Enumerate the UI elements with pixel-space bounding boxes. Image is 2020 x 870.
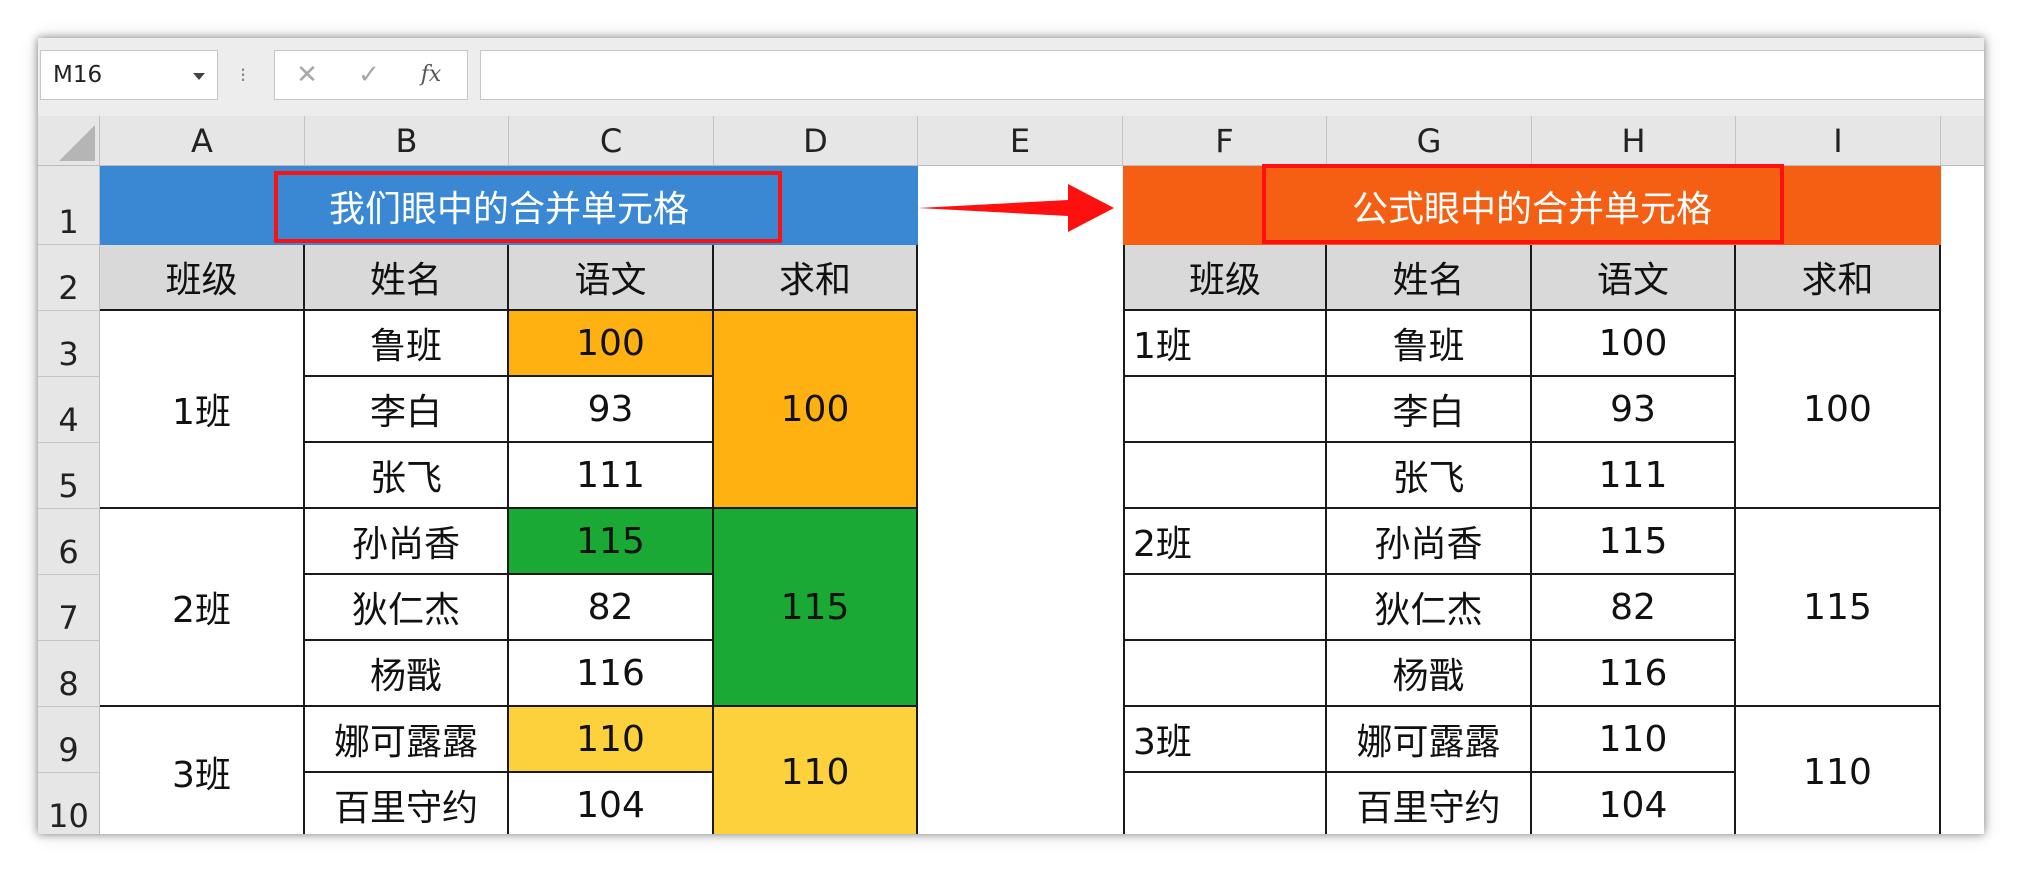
left-name-cell[interactable]: 孙尚香 (305, 509, 509, 575)
row-header-1[interactable]: 1 (38, 166, 100, 245)
select-all-button[interactable] (38, 116, 100, 166)
right-name-cell[interactable]: 百里守约 (1327, 773, 1532, 834)
row-header-4[interactable]: 4 (38, 377, 100, 443)
right-class-cell[interactable] (1123, 641, 1327, 707)
column-header-d[interactable]: D (714, 116, 918, 166)
left-name-cell[interactable]: 娜可露露 (305, 707, 509, 773)
right-score-cell[interactable]: 93 (1532, 377, 1736, 443)
column-header-a[interactable]: A (100, 116, 305, 166)
left-header-class[interactable]: 班级 (100, 245, 305, 311)
row-header-8[interactable]: 8 (38, 641, 100, 707)
right-sum-merged-3[interactable]: 110 (1736, 707, 1941, 834)
right-name-cell[interactable]: 孙尚香 (1327, 509, 1532, 575)
row-header-3[interactable]: 3 (38, 311, 100, 377)
right-score-cell[interactable]: 110 (1532, 707, 1736, 773)
right-name-cell[interactable]: 娜可露露 (1327, 707, 1532, 773)
right-score-cell[interactable]: 104 (1532, 773, 1736, 834)
right-class-cell[interactable]: 2班 (1123, 509, 1327, 575)
row-header-10[interactable]: 10 (38, 773, 100, 834)
left-score-cell[interactable]: 116 (509, 641, 714, 707)
formula-bar: M16 ⁝ ✕ ✓ fx (38, 38, 1984, 116)
left-score-cell[interactable]: 100 (509, 311, 714, 377)
right-score-cell[interactable]: 100 (1532, 311, 1736, 377)
column-header-e[interactable]: E (918, 116, 1123, 166)
row-header-9[interactable]: 9 (38, 707, 100, 773)
select-all-triangle-icon (59, 125, 95, 161)
column-header-i[interactable]: I (1736, 116, 1941, 166)
left-score-cell[interactable]: 82 (509, 575, 714, 641)
left-score-cell[interactable]: 104 (509, 773, 714, 834)
right-name-cell[interactable]: 狄仁杰 (1327, 575, 1532, 641)
left-name-cell[interactable]: 百里守约 (305, 773, 509, 834)
left-header-sum[interactable]: 求和 (714, 245, 918, 311)
left-score-cell[interactable]: 93 (509, 377, 714, 443)
left-header-name[interactable]: 姓名 (305, 245, 509, 311)
enter-icon[interactable]: ✓ (349, 51, 389, 99)
right-arrow-icon (918, 184, 1114, 232)
left-name-cell[interactable]: 鲁班 (305, 311, 509, 377)
left-sum-merged-2[interactable]: 115 (714, 509, 918, 707)
right-score-cell[interactable]: 82 (1532, 575, 1736, 641)
right-header-chinese[interactable]: 语文 (1532, 245, 1736, 311)
right-score-cell[interactable]: 111 (1532, 443, 1736, 509)
right-name-cell[interactable]: 鲁班 (1327, 311, 1532, 377)
column-header-g[interactable]: G (1327, 116, 1532, 166)
left-header-chinese[interactable]: 语文 (509, 245, 714, 311)
formula-input[interactable] (480, 50, 1984, 100)
right-name-cell[interactable]: 李白 (1327, 377, 1532, 443)
spreadsheet-window: M16 ⁝ ✕ ✓ fx A B C D E F G H I 1 2 3 4 5… (38, 38, 1984, 834)
left-title-highlight (274, 171, 782, 243)
right-sum-merged-1[interactable]: 100 (1736, 311, 1941, 509)
left-score-cell[interactable]: 111 (509, 443, 714, 509)
left-score-cell[interactable]: 110 (509, 707, 714, 773)
left-class-merged-3[interactable]: 3班 (100, 707, 305, 834)
row-header-5[interactable]: 5 (38, 443, 100, 509)
name-box-dropdown-icon[interactable] (193, 73, 205, 80)
left-name-cell[interactable]: 张飞 (305, 443, 509, 509)
right-header-name[interactable]: 姓名 (1327, 245, 1532, 311)
right-score-cell[interactable]: 115 (1532, 509, 1736, 575)
formula-buttons: ✕ ✓ fx (274, 50, 468, 100)
column-header-b[interactable]: B (305, 116, 509, 166)
row-header-6[interactable]: 6 (38, 509, 100, 575)
right-class-cell[interactable] (1123, 575, 1327, 641)
right-class-cell[interactable] (1123, 773, 1327, 834)
left-sum-merged-1[interactable]: 100 (714, 311, 918, 509)
right-class-cell[interactable] (1123, 443, 1327, 509)
formula-bar-splitter[interactable]: ⁝ (238, 52, 248, 98)
right-class-cell[interactable]: 3班 (1123, 707, 1327, 773)
column-header-c[interactable]: C (509, 116, 714, 166)
right-sum-merged-2[interactable]: 115 (1736, 509, 1941, 707)
right-title-highlight (1262, 164, 1784, 244)
column-header-h[interactable]: H (1532, 116, 1736, 166)
insert-function-icon[interactable]: fx (411, 51, 451, 99)
left-name-cell[interactable]: 杨戬 (305, 641, 509, 707)
right-class-cell[interactable] (1123, 377, 1327, 443)
right-name-cell[interactable]: 张飞 (1327, 443, 1532, 509)
right-header-class[interactable]: 班级 (1123, 245, 1327, 311)
left-class-merged-2[interactable]: 2班 (100, 509, 305, 707)
left-sum-merged-3[interactable]: 110 (714, 707, 918, 834)
row-header-2[interactable]: 2 (38, 245, 100, 311)
name-box[interactable]: M16 (40, 50, 218, 100)
cancel-icon[interactable]: ✕ (287, 51, 327, 99)
left-name-cell[interactable]: 狄仁杰 (305, 575, 509, 641)
column-header-j[interactable] (1941, 116, 1984, 166)
name-box-value: M16 (53, 62, 103, 88)
column-header-f[interactable]: F (1123, 116, 1327, 166)
left-class-merged-1[interactable]: 1班 (100, 311, 305, 509)
right-score-cell[interactable]: 116 (1532, 641, 1736, 707)
row-header-7[interactable]: 7 (38, 575, 100, 641)
right-class-cell[interactable]: 1班 (1123, 311, 1327, 377)
right-name-cell[interactable]: 杨戬 (1327, 641, 1532, 707)
right-header-sum[interactable]: 求和 (1736, 245, 1941, 311)
left-score-cell[interactable]: 115 (509, 509, 714, 575)
left-name-cell[interactable]: 李白 (305, 377, 509, 443)
